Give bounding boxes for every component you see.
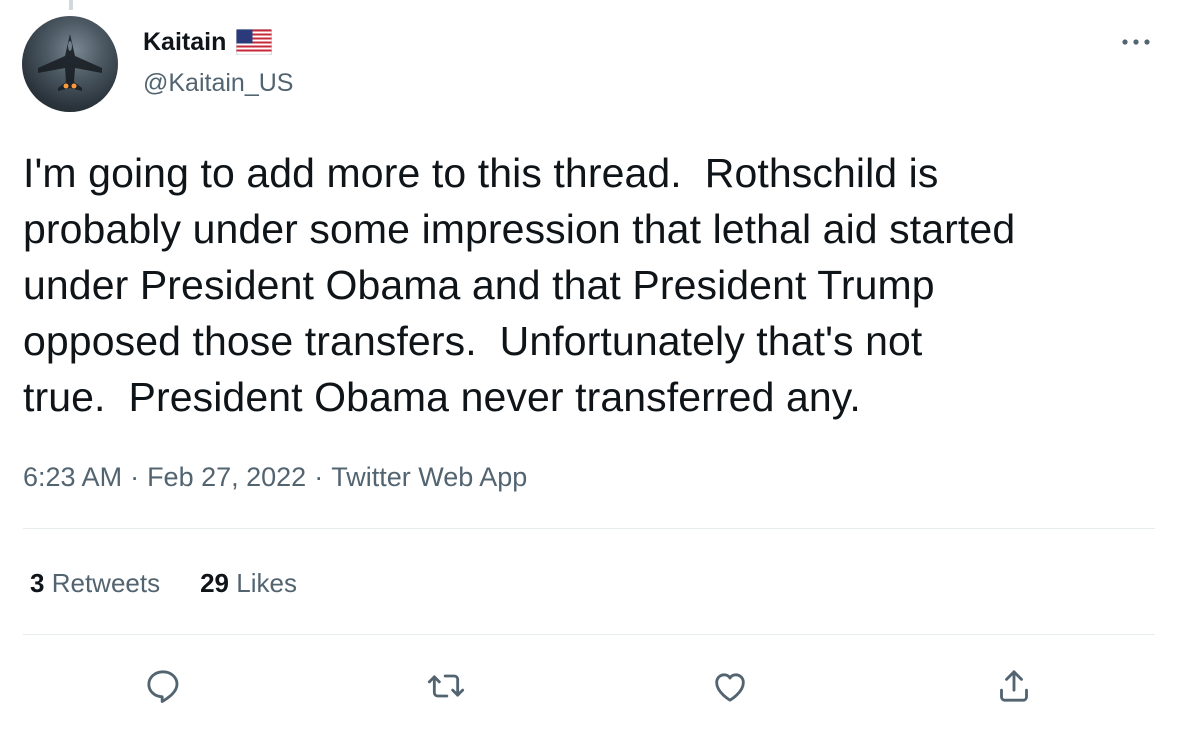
share-icon xyxy=(1000,670,1028,702)
tweet-meta: 6:23 AM · Feb 27, 2022 · Twitter Web App xyxy=(23,460,527,494)
author-display-name-row[interactable]: Kaitain xyxy=(143,27,273,57)
retweets-stat[interactable]: 3 Retweets xyxy=(30,566,160,600)
retweets-label: Retweets xyxy=(51,568,161,598)
more-dots-icon xyxy=(1122,39,1150,45)
meta-separator: · xyxy=(314,462,324,492)
retweet-button[interactable] xyxy=(424,664,468,708)
author-display-name[interactable]: Kaitain xyxy=(143,27,226,57)
likes-stat[interactable]: 29 Likes xyxy=(200,566,297,600)
more-options-button[interactable] xyxy=(1116,28,1156,56)
tweet-date[interactable]: Feb 27, 2022 xyxy=(147,462,306,492)
divider xyxy=(23,634,1155,635)
retweets-count: 3 xyxy=(30,568,45,598)
like-icon xyxy=(715,673,745,702)
fighter-jet-icon xyxy=(38,34,102,91)
share-button[interactable] xyxy=(992,664,1036,708)
engagement-stats: 3 Retweets 29 Likes xyxy=(30,566,297,600)
author-handle[interactable]: @Kaitain_US xyxy=(143,68,293,98)
thread-connector-line xyxy=(69,0,73,10)
likes-count: 29 xyxy=(200,568,230,598)
reply-icon xyxy=(147,670,179,703)
meta-separator: · xyxy=(130,462,140,492)
tweet-time[interactable]: 6:23 AM xyxy=(23,462,122,492)
like-button[interactable] xyxy=(708,664,752,708)
avatar[interactable] xyxy=(22,16,118,112)
us-flag-icon xyxy=(235,28,273,56)
likes-label: Likes xyxy=(236,568,297,598)
reply-button[interactable] xyxy=(141,664,185,708)
tweet-source[interactable]: Twitter Web App xyxy=(331,462,527,492)
tweet-text: I'm going to add more to this thread. Ro… xyxy=(23,150,1016,420)
divider xyxy=(23,528,1155,529)
retweet-icon xyxy=(427,674,465,698)
